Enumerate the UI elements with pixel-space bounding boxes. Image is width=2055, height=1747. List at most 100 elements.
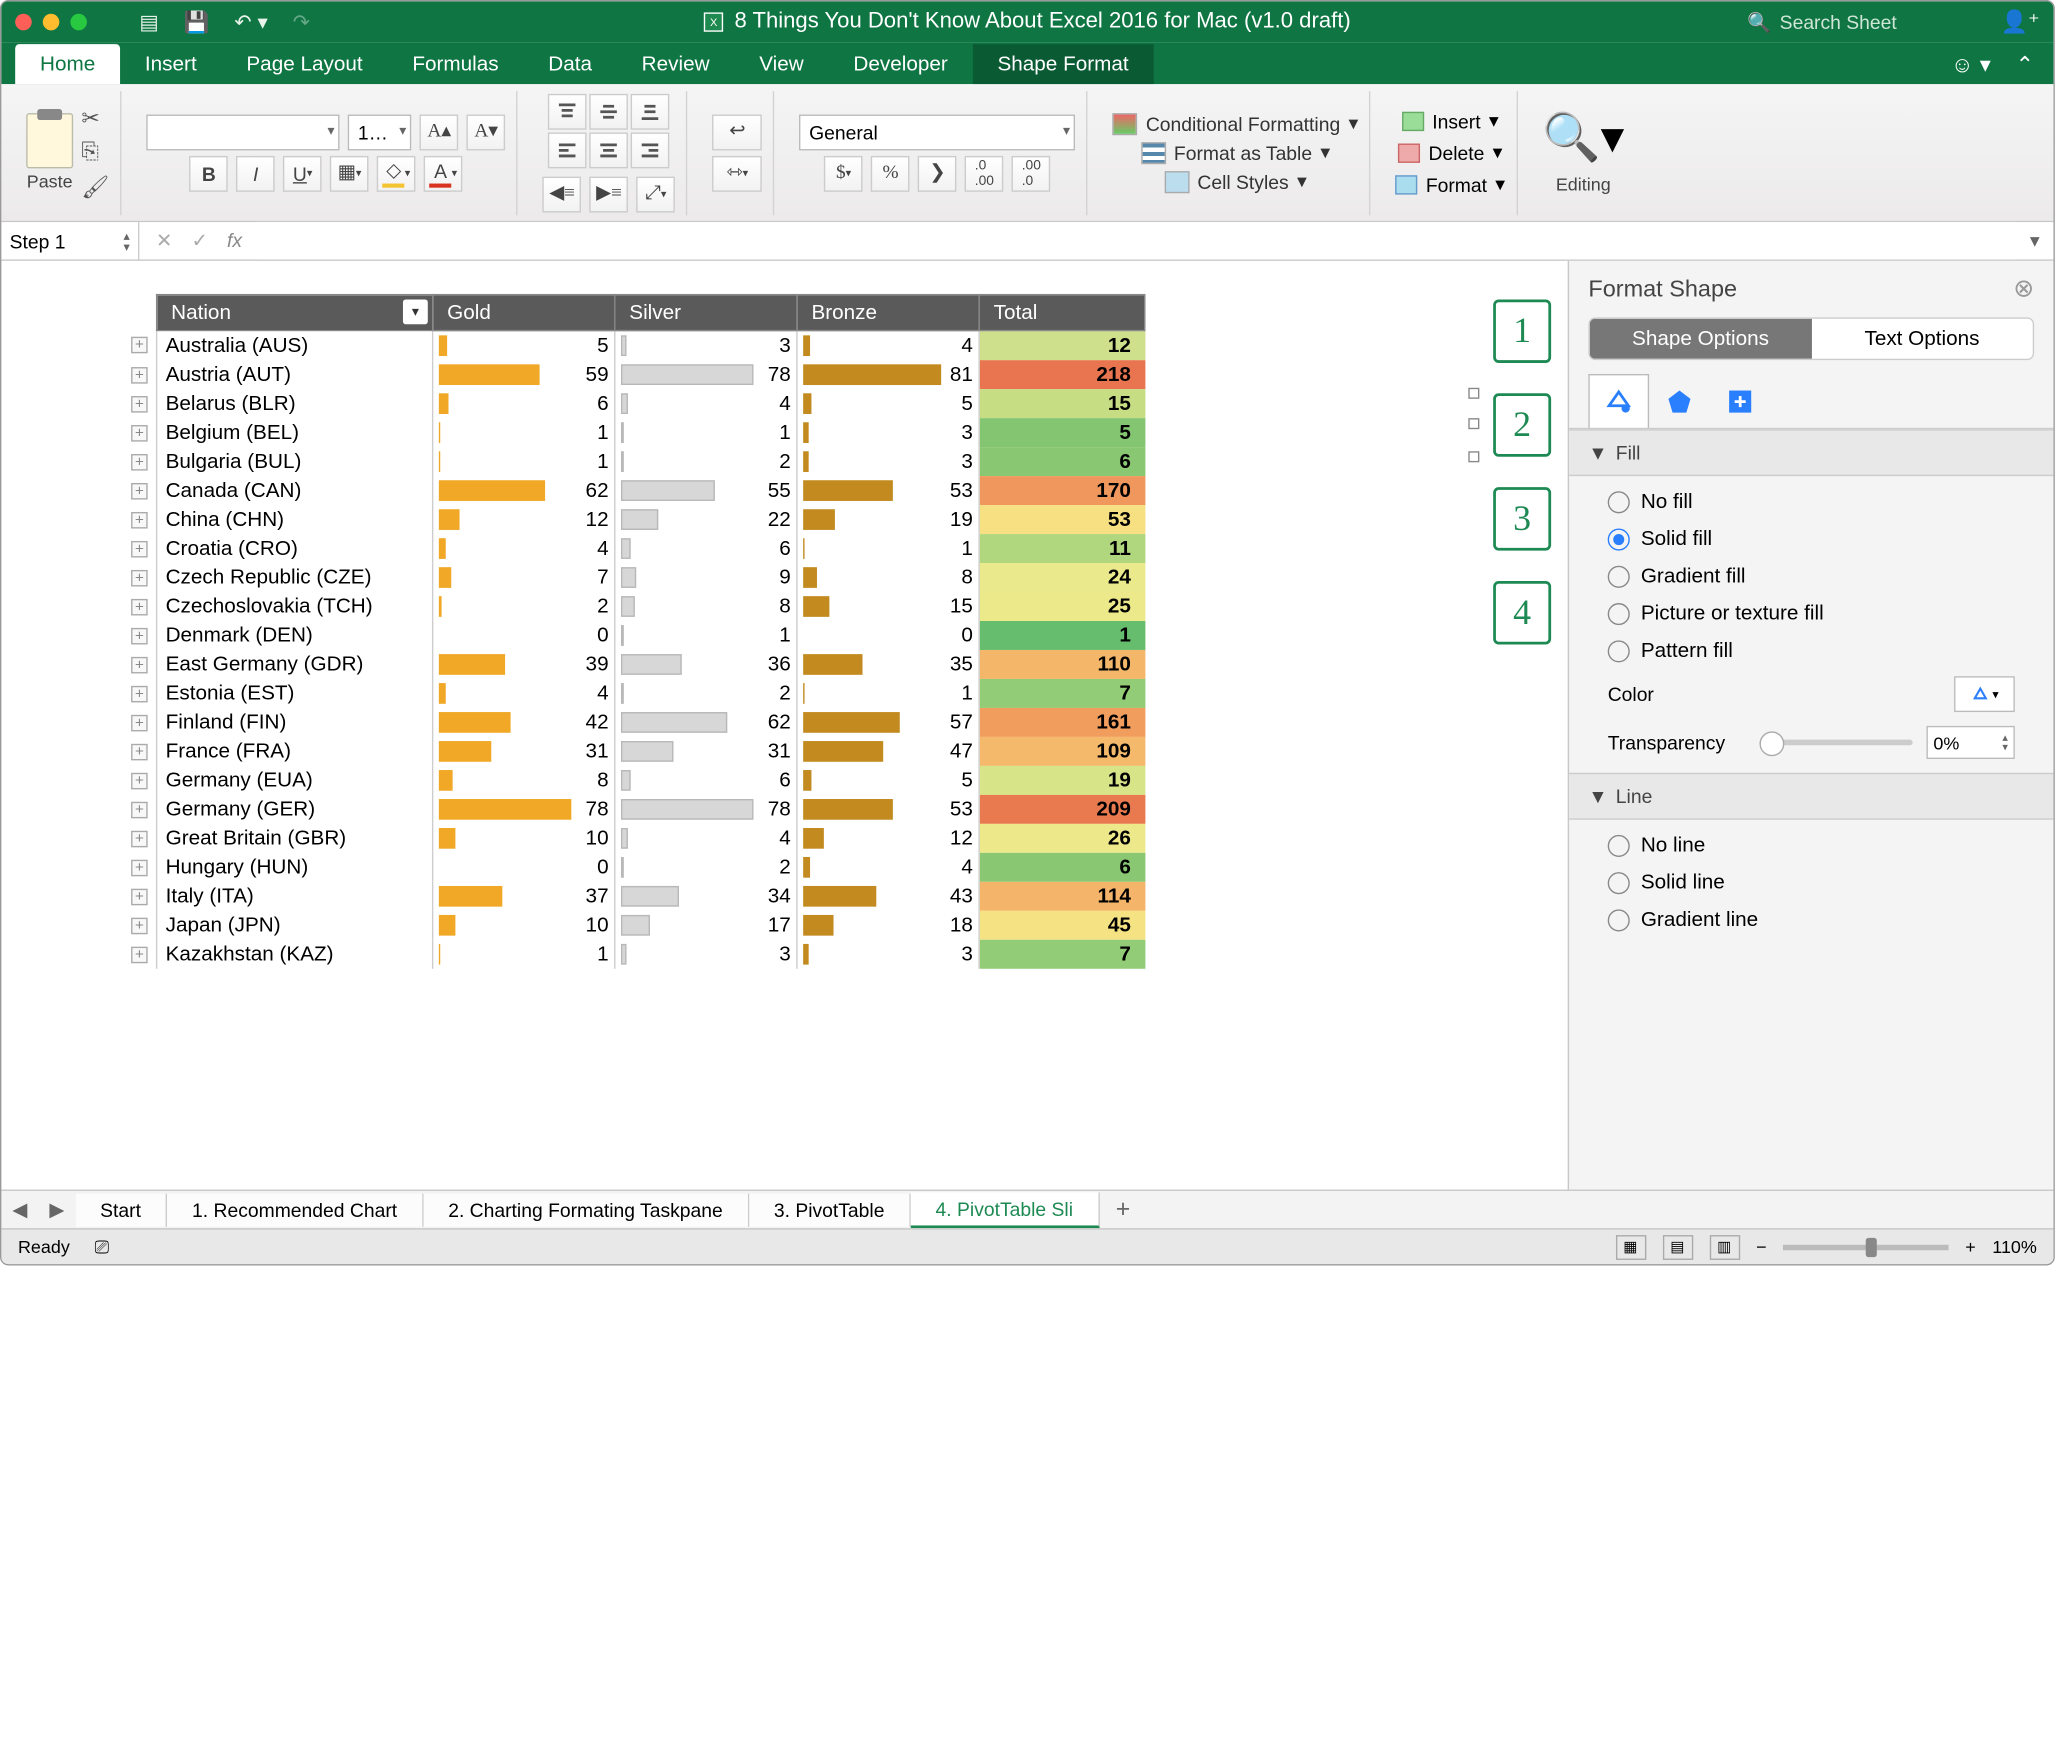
fill-color-button[interactable]: ◇▾ <box>377 155 416 191</box>
table-row[interactable]: +Italy (ITA)373443114 <box>123 882 1145 911</box>
total-cell[interactable]: 5 <box>979 418 1145 447</box>
search-sheet-input[interactable] <box>1780 11 1973 33</box>
table-row[interactable]: +East Germany (GDR)393635110 <box>123 650 1145 679</box>
increase-font-icon[interactable]: A▴ <box>420 114 459 150</box>
tab-developer[interactable]: Developer <box>829 44 973 84</box>
total-cell[interactable]: 53 <box>979 505 1145 534</box>
save-icon[interactable]: 💾 <box>184 10 210 35</box>
col-header-total[interactable]: Total <box>979 295 1145 331</box>
gold-cell[interactable]: 6 <box>433 389 615 418</box>
expand-icon[interactable]: + <box>123 389 157 418</box>
table-row[interactable]: +Great Britain (GBR)1041226 <box>123 824 1145 853</box>
tab-insert[interactable]: Insert <box>120 44 221 84</box>
bronze-cell[interactable]: 53 <box>797 795 979 824</box>
cancel-formula-icon[interactable]: ✕ <box>156 229 172 252</box>
table-row[interactable]: +Croatia (CRO)46111 <box>123 534 1145 563</box>
sheet-tab[interactable]: 4. PivotTable Sli <box>911 1192 1100 1228</box>
bronze-cell[interactable]: 5 <box>797 766 979 795</box>
bronze-cell[interactable]: 12 <box>797 824 979 853</box>
expand-icon[interactable]: + <box>123 679 157 708</box>
fill-option-radio[interactable]: Gradient fill <box>1608 564 2015 587</box>
silver-cell[interactable]: 55 <box>615 476 797 505</box>
expand-icon[interactable]: + <box>123 563 157 592</box>
expand-icon[interactable]: + <box>123 795 157 824</box>
silver-cell[interactable]: 17 <box>615 911 797 940</box>
fill-color-picker[interactable]: ▾ <box>1954 676 2015 712</box>
total-cell[interactable]: 110 <box>979 650 1145 679</box>
increase-indent[interactable]: ▶≡ <box>590 176 629 212</box>
normal-view-icon[interactable]: ▦ <box>1615 1234 1645 1259</box>
percent-format[interactable]: % <box>871 155 910 191</box>
bronze-cell[interactable]: 3 <box>797 447 979 476</box>
silver-cell[interactable]: 2 <box>615 853 797 882</box>
gold-cell[interactable]: 0 <box>433 853 615 882</box>
total-cell[interactable]: 7 <box>979 940 1145 969</box>
nation-cell[interactable]: Belgium (BEL) <box>157 418 433 447</box>
gold-cell[interactable]: 10 <box>433 824 615 853</box>
silver-cell[interactable]: 2 <box>615 679 797 708</box>
enter-formula-icon[interactable]: ✓ <box>191 229 207 252</box>
worksheet-area[interactable]: Nation▾ Gold Silver Bronze Total +Austra… <box>1 261 1567 1190</box>
col-header-bronze[interactable]: Bronze <box>797 295 979 331</box>
selection-handle[interactable] <box>1468 418 1479 429</box>
expand-icon[interactable]: + <box>123 476 157 505</box>
tab-home[interactable]: Home <box>15 44 120 84</box>
silver-cell[interactable]: 1 <box>615 418 797 447</box>
paste-icon[interactable] <box>26 113 73 168</box>
fill-line-tab-icon[interactable] <box>1588 374 1649 429</box>
total-cell[interactable]: 6 <box>979 853 1145 882</box>
total-cell[interactable]: 24 <box>979 563 1145 592</box>
expand-icon[interactable]: + <box>123 824 157 853</box>
nation-cell[interactable]: Canada (CAN) <box>157 476 433 505</box>
expand-icon[interactable]: + <box>123 360 157 389</box>
total-cell[interactable]: 15 <box>979 389 1145 418</box>
italic-button[interactable]: I <box>236 155 275 191</box>
total-cell[interactable]: 26 <box>979 824 1145 853</box>
expand-icon[interactable]: + <box>123 418 157 447</box>
silver-cell[interactable]: 31 <box>615 737 797 766</box>
total-cell[interactable]: 109 <box>979 737 1145 766</box>
tab-page-layout[interactable]: Page Layout <box>222 44 388 84</box>
format-cells-button[interactable]: Format ▾ <box>1395 173 1505 196</box>
collapse-ribbon-icon[interactable]: ⌃ <box>2016 51 2035 79</box>
tab-text-options[interactable]: Text Options <box>1811 319 2032 359</box>
align-left[interactable] <box>548 132 587 168</box>
gold-cell[interactable]: 78 <box>433 795 615 824</box>
radio-icon[interactable] <box>1608 528 1630 550</box>
bronze-cell[interactable]: 53 <box>797 476 979 505</box>
macro-record-icon[interactable]: ⎚ <box>95 1236 109 1258</box>
nation-cell[interactable]: Bulgaria (BUL) <box>157 447 433 476</box>
save-icon[interactable]: ▤ <box>139 10 159 35</box>
bronze-cell[interactable]: 3 <box>797 940 979 969</box>
expand-icon[interactable]: + <box>123 621 157 650</box>
fill-option-radio[interactable]: Solid fill <box>1608 527 2015 550</box>
format-as-table-button[interactable]: Format as Table ▾ <box>1141 141 1330 164</box>
zoom-out-icon[interactable]: − <box>1756 1236 1766 1257</box>
bronze-cell[interactable]: 1 <box>797 679 979 708</box>
add-sheet-button[interactable]: + <box>1099 1195 1147 1224</box>
border-button[interactable]: ▦▾ <box>330 155 369 191</box>
share-icon[interactable]: 👤⁺ <box>2000 8 2039 36</box>
line-option-radio[interactable]: Solid line <box>1608 871 2015 894</box>
nation-cell[interactable]: France (FRA) <box>157 737 433 766</box>
close-window[interactable] <box>15 14 32 31</box>
table-row[interactable]: +Bulgaria (BUL)1236 <box>123 447 1145 476</box>
col-header-nation[interactable]: Nation▾ <box>157 295 433 331</box>
total-cell[interactable]: 6 <box>979 447 1145 476</box>
align-right[interactable] <box>631 132 670 168</box>
font-size-select[interactable]: 1… <box>348 114 411 150</box>
step-shape-4[interactable]: 4 <box>1493 581 1551 644</box>
nation-cell[interactable]: Italy (ITA) <box>157 882 433 911</box>
silver-cell[interactable]: 78 <box>615 795 797 824</box>
total-cell[interactable]: 12 <box>979 331 1145 361</box>
gold-cell[interactable]: 59 <box>433 360 615 389</box>
silver-cell[interactable]: 6 <box>615 534 797 563</box>
table-row[interactable]: +Kazakhstan (KAZ)1337 <box>123 940 1145 969</box>
step-shape-1[interactable]: 1 <box>1493 299 1551 362</box>
nation-cell[interactable]: Czech Republic (CZE) <box>157 563 433 592</box>
nation-cell[interactable]: Croatia (CRO) <box>157 534 433 563</box>
table-row[interactable]: +Canada (CAN)625553170 <box>123 476 1145 505</box>
table-row[interactable]: +Denmark (DEN)0101 <box>123 621 1145 650</box>
gold-cell[interactable]: 0 <box>433 621 615 650</box>
font-color-button[interactable]: A▾ <box>424 155 463 191</box>
